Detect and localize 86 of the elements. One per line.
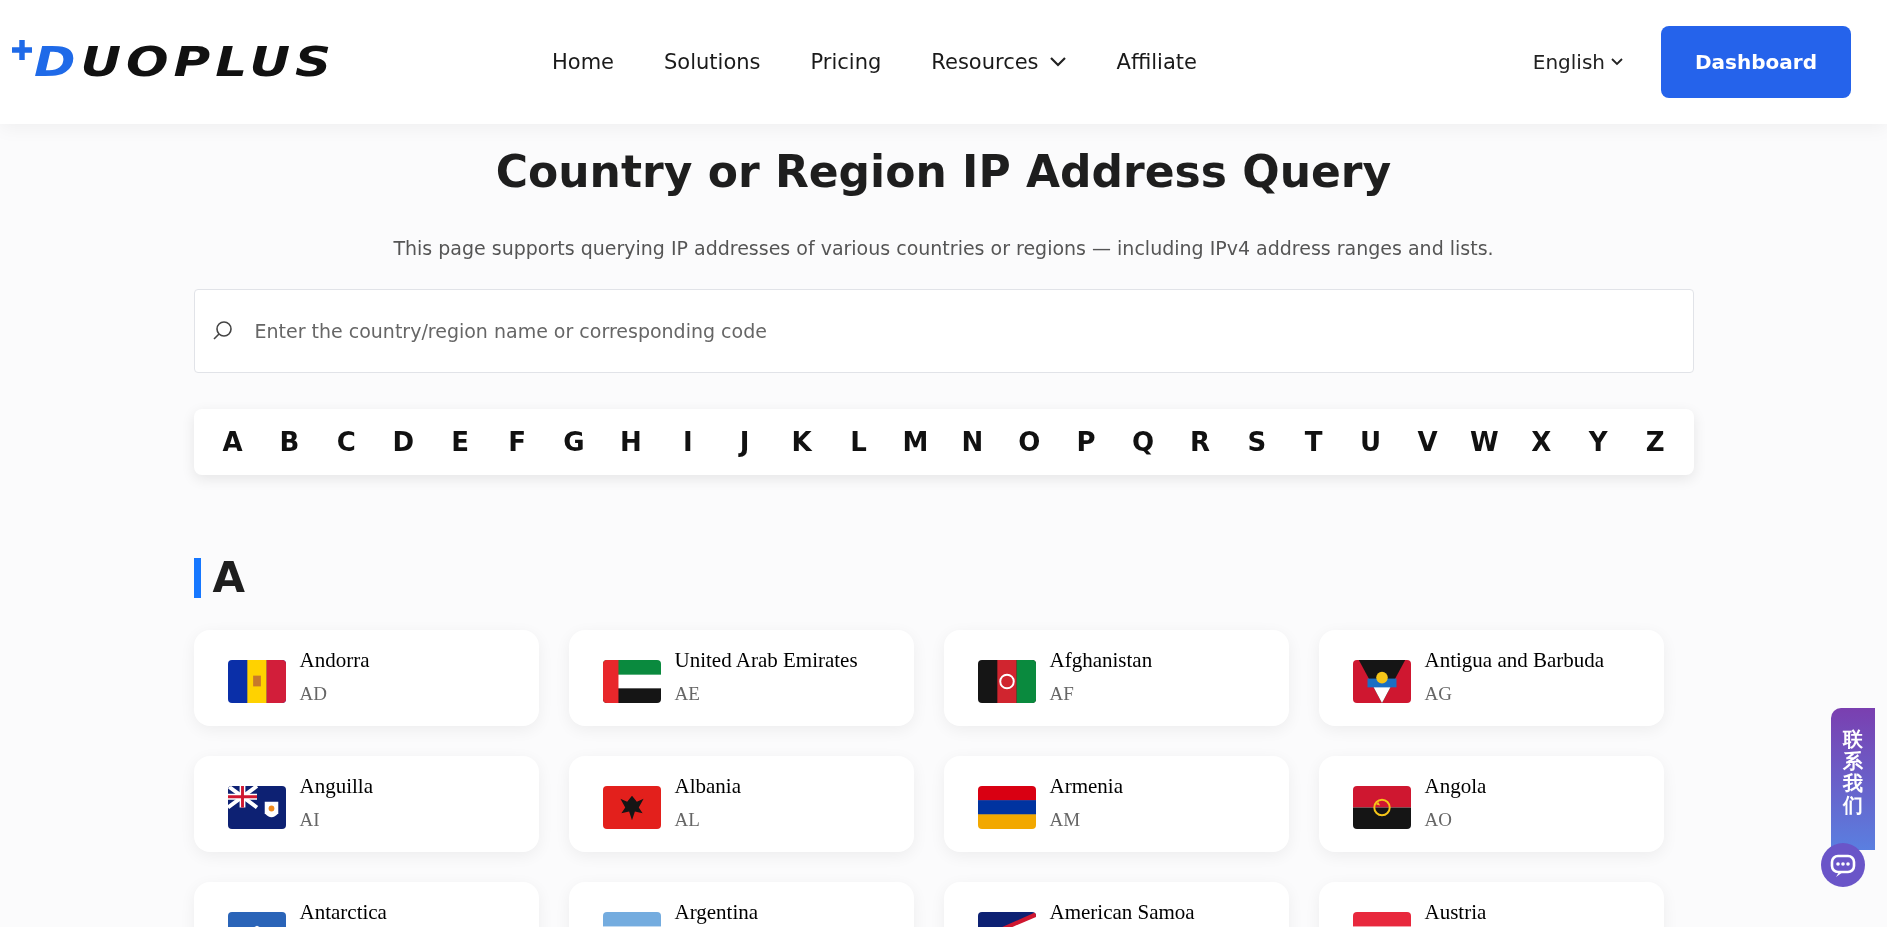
country-name: Anguilla bbox=[299, 774, 373, 799]
letter-link[interactable]: F bbox=[499, 427, 536, 457]
country-card[interactable]: Afghanistan AF bbox=[943, 630, 1289, 726]
flag-icon bbox=[1352, 786, 1411, 829]
letter-link[interactable]: S bbox=[1238, 427, 1275, 457]
country-name: Antarctica bbox=[299, 900, 387, 925]
letter-link[interactable]: X bbox=[1523, 427, 1560, 457]
country-card[interactable]: United Arab Emirates AE bbox=[568, 630, 914, 726]
letter-link[interactable]: I bbox=[669, 427, 706, 457]
letter-link[interactable]: Z bbox=[1637, 427, 1674, 457]
country-card[interactable]: American Samoa bbox=[943, 882, 1289, 927]
nav-link[interactable]: Home bbox=[552, 50, 614, 74]
country-card[interactable]: Angola AO bbox=[1318, 756, 1664, 852]
country-card[interactable]: Argentina bbox=[568, 882, 914, 927]
chevron-down-icon bbox=[1048, 56, 1067, 68]
letter-link[interactable]: K bbox=[783, 427, 820, 457]
letter-link[interactable]: A bbox=[214, 427, 251, 457]
letter-link[interactable]: O bbox=[1011, 427, 1048, 457]
country-card[interactable]: Armenia AM bbox=[943, 756, 1289, 852]
country-card[interactable]: Antarctica bbox=[193, 882, 539, 927]
country-code: AE bbox=[674, 683, 701, 705]
flag-icon bbox=[1352, 660, 1411, 703]
chevron-down-icon bbox=[1611, 58, 1623, 66]
plus-icon bbox=[12, 40, 32, 60]
dashboard-button[interactable]: Dashboard bbox=[1661, 26, 1851, 98]
country-name: Austria bbox=[1424, 900, 1487, 925]
flag-icon bbox=[977, 660, 1036, 703]
contact-us-label: 联系我们 bbox=[1843, 728, 1863, 819]
letter-link[interactable]: C bbox=[328, 427, 365, 457]
letter-link[interactable]: L bbox=[840, 427, 877, 457]
country-name: Andorra bbox=[299, 648, 370, 673]
flag-icon bbox=[602, 786, 661, 829]
letter-link[interactable]: B bbox=[271, 427, 308, 457]
letter-link[interactable]: H bbox=[612, 427, 649, 457]
letter-link[interactable]: V bbox=[1409, 427, 1446, 457]
contact-us-tab[interactable]: 联系我们 bbox=[1831, 708, 1875, 850]
letter-link[interactable]: R bbox=[1181, 427, 1218, 457]
letter-link[interactable]: D bbox=[385, 427, 422, 457]
letter-link[interactable]: Q bbox=[1125, 427, 1161, 457]
letter-link[interactable]: U bbox=[1352, 427, 1389, 457]
page-title: Country or Region IP Address Query bbox=[494, 146, 1393, 197]
letter-link[interactable]: Y bbox=[1580, 427, 1617, 457]
flag-icon bbox=[227, 660, 286, 703]
letter-link[interactable]: T bbox=[1295, 427, 1332, 457]
country-code: AG bbox=[1424, 683, 1453, 705]
country-card[interactable]: Austria bbox=[1318, 882, 1664, 927]
country-code: AO bbox=[1424, 809, 1453, 831]
nav-link[interactable]: Resources bbox=[931, 50, 1067, 74]
country-code: AI bbox=[299, 809, 321, 831]
flag-icon bbox=[227, 786, 286, 829]
letter-link[interactable]: G bbox=[555, 427, 592, 457]
country-name: Albania bbox=[674, 774, 741, 799]
country-card[interactable]: Antigua and Barbuda AG bbox=[1318, 630, 1664, 726]
country-name: United Arab Emirates bbox=[674, 648, 858, 673]
country-name: American Samoa bbox=[1049, 900, 1195, 925]
letter-link[interactable]: M bbox=[897, 427, 934, 457]
country-card[interactable]: Andorra AD bbox=[193, 630, 539, 726]
country-code: AM bbox=[1049, 809, 1082, 831]
flag-icon bbox=[602, 660, 661, 703]
letter-link[interactable]: J bbox=[726, 427, 763, 457]
country-code: AF bbox=[1049, 683, 1075, 705]
section-marker bbox=[193, 557, 201, 598]
country-name: Antigua and Barbuda bbox=[1424, 648, 1605, 673]
country-name: Argentina bbox=[674, 900, 759, 925]
country-code: AL bbox=[674, 809, 701, 831]
nav-link[interactable]: Solutions bbox=[664, 50, 761, 74]
letter-link[interactable]: W bbox=[1466, 427, 1503, 457]
flag-icon bbox=[977, 786, 1036, 829]
country-card[interactable]: Albania AL bbox=[568, 756, 914, 852]
language-selector[interactable]: English bbox=[1532, 50, 1623, 74]
page-subtitle: This page supports querying IP addresses of various countries or regions — including IPv4 address ranges and lists. bbox=[392, 237, 1495, 259]
search-icon bbox=[211, 320, 234, 342]
letter-link[interactable]: E bbox=[442, 427, 479, 457]
logo[interactable]: DUOPLUS bbox=[34, 39, 336, 85]
search-field[interactable]: Enter the country/region name or corresponding code bbox=[193, 289, 1694, 373]
letter-link[interactable]: P bbox=[1068, 427, 1105, 457]
country-name: Afghanistan bbox=[1049, 648, 1153, 673]
chat-icon[interactable] bbox=[1821, 843, 1865, 887]
section-heading: A bbox=[212, 553, 245, 602]
letter-link[interactable]: N bbox=[954, 427, 991, 457]
country-code: AD bbox=[299, 683, 328, 705]
nav-link[interactable]: Affiliate bbox=[1116, 50, 1197, 74]
country-card[interactable]: Anguilla AI bbox=[193, 756, 539, 852]
country-name: Angola bbox=[1424, 774, 1487, 799]
nav-link[interactable]: Pricing bbox=[810, 50, 882, 74]
country-name: Armenia bbox=[1049, 774, 1123, 799]
